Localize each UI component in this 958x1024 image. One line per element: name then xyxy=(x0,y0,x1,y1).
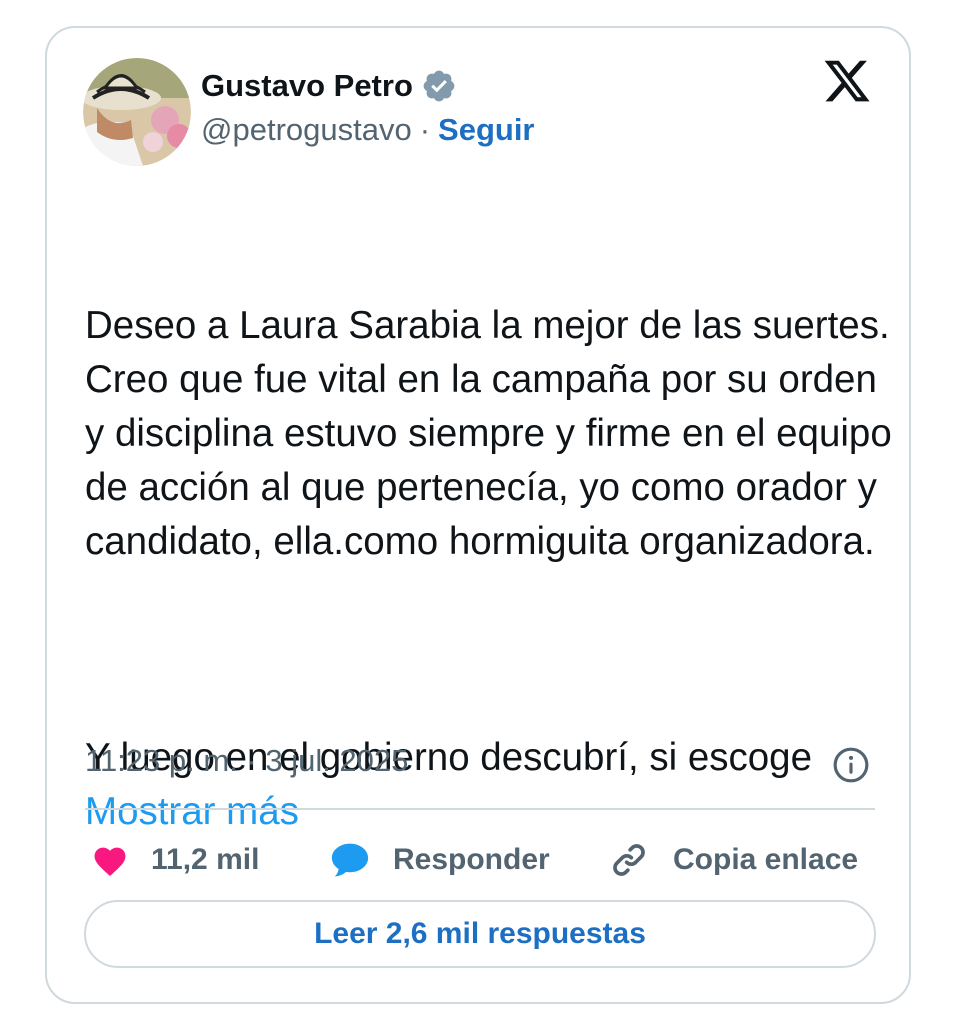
author-name-row: Gustavo Petro xyxy=(201,68,457,104)
author-handle-row: @petrogustavo · Seguir xyxy=(201,112,535,148)
reply-button[interactable]: Responder xyxy=(329,832,550,888)
x-logo-icon[interactable] xyxy=(822,58,872,108)
heart-icon xyxy=(94,847,126,876)
author-name[interactable]: Gustavo Petro xyxy=(201,68,413,104)
info-icon[interactable] xyxy=(832,746,870,784)
reply-label: Responder xyxy=(393,843,550,876)
verified-badge-icon xyxy=(421,68,457,104)
show-more-link[interactable]: Mostrar más xyxy=(85,790,299,833)
author-handle[interactable]: @petrogustavo xyxy=(201,112,412,148)
speech-bubble-icon xyxy=(331,843,369,877)
read-replies-button[interactable]: Leer 2,6 mil respuestas xyxy=(84,900,876,968)
tweet-paragraph-1: Deseo a Laura Sarabia la mejor de las su… xyxy=(85,304,903,563)
tweet-timestamp[interactable]: 11:23 p. m. · 3 jul. 2025 xyxy=(85,743,408,779)
tweet-card: Gustavo Petro @petrogustavo · Seguir Des… xyxy=(45,26,911,1004)
avatar-photo-icon xyxy=(83,58,191,166)
like-count: 11,2 mil xyxy=(151,843,260,876)
copy-link-label: Copia enlace xyxy=(673,843,859,876)
author-avatar[interactable] xyxy=(83,58,191,166)
tweet-actions: 11,2 mil Responder Copia enlace xyxy=(85,832,885,888)
like-button[interactable]: 11,2 mil xyxy=(91,832,259,888)
handle-separator: · xyxy=(419,112,431,147)
link-icon xyxy=(613,844,645,876)
divider xyxy=(85,808,875,810)
follow-button[interactable]: Seguir xyxy=(438,112,534,148)
copy-link-button[interactable]: Copia enlace xyxy=(609,832,858,888)
